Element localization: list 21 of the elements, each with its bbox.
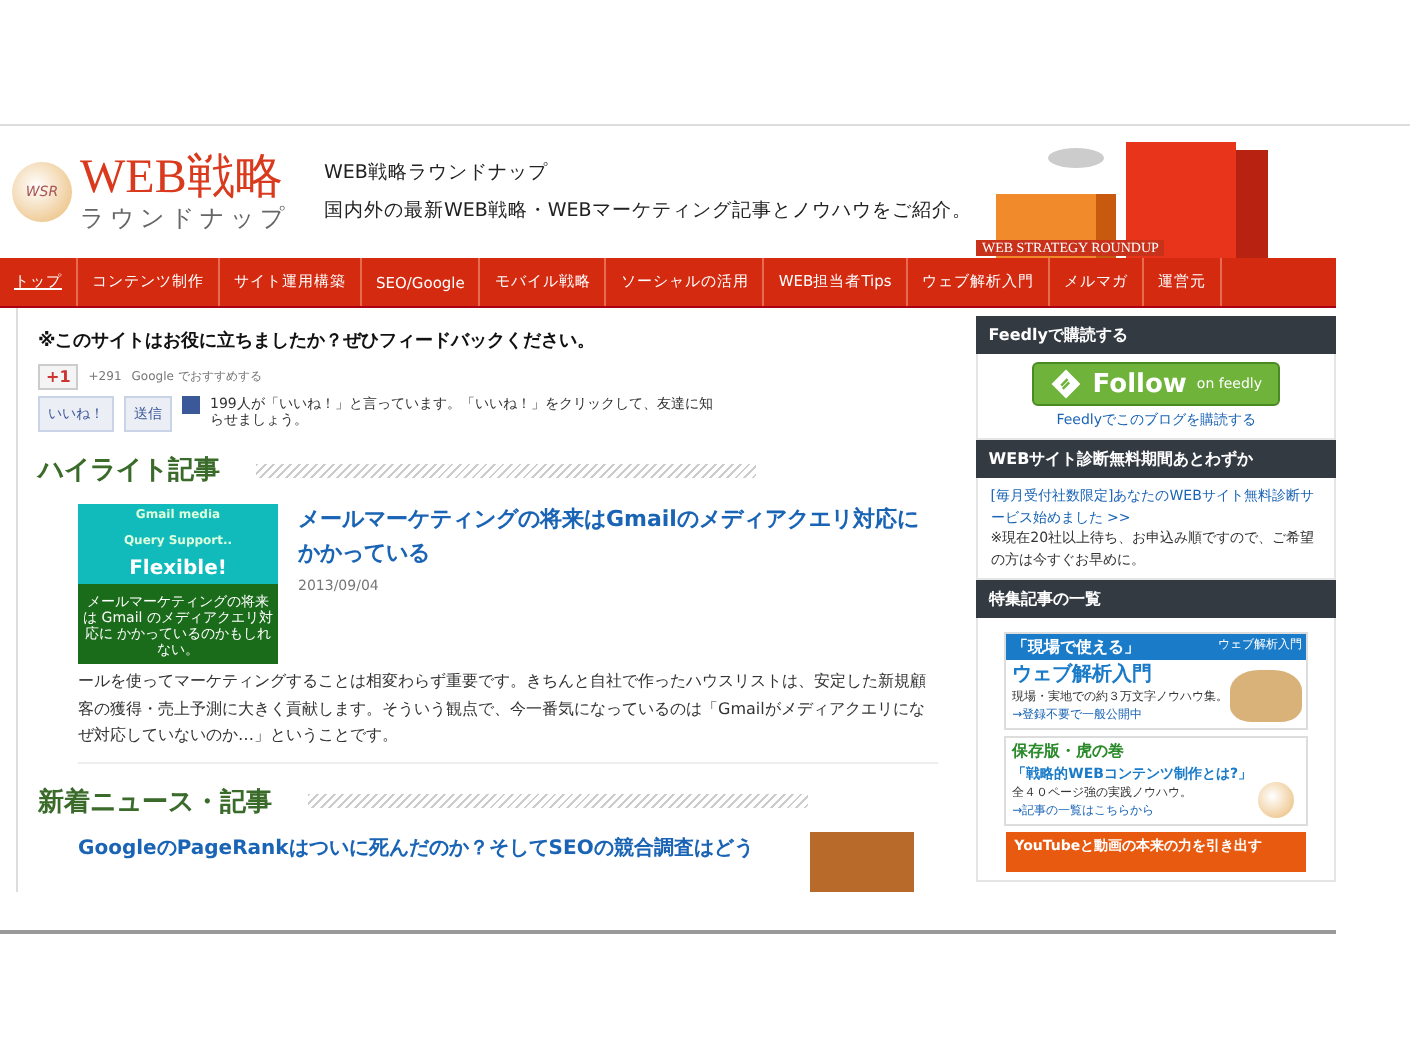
thumbnail-text: Flexible!	[129, 560, 227, 582]
chart-orb-icon	[1258, 782, 1295, 818]
section-heading: ハイライト記事	[38, 454, 220, 488]
logo-subtitle: ラウンドナップ	[80, 206, 290, 230]
banner-text: 保存版・虎の巻	[1009, 740, 1127, 764]
feedly-icon	[1050, 368, 1083, 400]
section-heading: 新着ニュース・記事	[38, 785, 272, 820]
logo-title[interactable]: WEB戦略	[80, 154, 290, 202]
site-name: WEB戦略ラウンドナップ	[324, 160, 550, 186]
article-title[interactable]: メールマーケティングの将来はGmailのメディアクエリ対応にかかっている	[298, 504, 938, 570]
banner-text: ウェブ解析入門	[1010, 661, 1155, 688]
google-plus-button[interactable]: +1	[38, 364, 79, 390]
news-title[interactable]: GoogleのPageRankはついに死んだのか？そしてSEOの競合調査はどう	[78, 835, 754, 892]
site-tagline: 国内外の最新WEB戦略・WEBマーケティング記事とノウハウをご紹介。	[324, 198, 972, 224]
article-excerpt: ールを使ってマーケティングすることは相変わらず重要です。きちんと自社で作ったハウスリストは、安定した新規顧客の獲得・売上予測に大きく貢献します。そういう観点で、今一番気になっているのは「Gmailがメディアクエリになぜ対応していないのか…」ということです。	[78, 670, 928, 749]
photo-placeholder	[810, 831, 914, 892]
sidebar-heading: WEBサイト診断無料期間あとわずか	[976, 440, 1336, 478]
sidebar-heading: Feedlyで購読する	[976, 316, 1336, 354]
sidebar-heading: 特集記事の一覧	[976, 580, 1336, 618]
facebook-icon	[182, 396, 200, 414]
feedback-heading: ※このサイトはお役に立ちましたか？ぜひフィードバックください。	[38, 328, 598, 354]
